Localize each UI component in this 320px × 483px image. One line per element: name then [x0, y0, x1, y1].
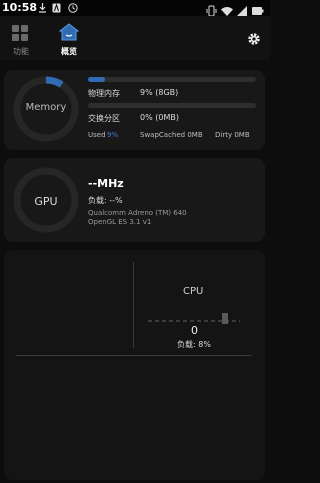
memory-ring-label: Memory — [25, 102, 67, 113]
battery-icon — [252, 7, 264, 15]
download-icon — [38, 3, 47, 16]
gpu-model: Qualcomm Adreno (TM) 640 — [88, 209, 187, 217]
status-bar: 10:58 — [0, 0, 270, 17]
physical-memory-label: 物理内存 — [88, 89, 120, 98]
cpu-value: 0 — [191, 324, 198, 337]
home-icon — [58, 23, 80, 45]
cpu-load: 负载: 8% — [177, 340, 211, 349]
signal-icon — [237, 6, 247, 16]
swap-label: 交换分区 — [88, 114, 120, 123]
cpu-label: CPU — [183, 286, 204, 297]
clock-icon — [68, 3, 78, 16]
system-indicators — [206, 2, 266, 17]
notification-a-icon — [52, 3, 61, 16]
wifi-icon — [221, 7, 233, 16]
status-time: 10:58 — [2, 1, 38, 14]
gpu-load: 负载: --% — [88, 196, 123, 205]
vibrate-icon — [206, 5, 217, 17]
tab-overview-label: 概览 — [61, 47, 77, 56]
cpu-baseline — [16, 355, 252, 356]
gpu-frequency: --MHz — [88, 177, 124, 190]
settings-gear-icon[interactable] — [247, 31, 261, 45]
gpu-ring-label: GPU — [34, 195, 58, 208]
tab-overview[interactable]: 概览 — [49, 22, 89, 56]
tab-functions[interactable]: 功能 — [1, 22, 41, 56]
top-navigation: 功能 概览 — [0, 16, 270, 60]
physical-memory-fill — [88, 77, 105, 82]
cpu-core-divider — [133, 262, 134, 348]
tab-functions-label: 功能 — [13, 47, 29, 56]
used-value: 9% — [107, 131, 119, 139]
dirty-value: Dirty 0MB — [215, 131, 250, 139]
physical-memory-value: 9% (8GB) — [140, 88, 179, 97]
used-label: Used — [88, 131, 106, 139]
gpu-opengl-version: OpenGL ES 3.1 v1 — [88, 218, 152, 226]
grid-icon — [12, 25, 29, 46]
swapcached-value: SwapCached 0MB — [140, 131, 203, 139]
swap-bar — [88, 103, 256, 108]
swap-value: 0% (0MB) — [140, 113, 179, 122]
cpu-card[interactable] — [4, 250, 265, 480]
physical-memory-bar — [88, 77, 256, 82]
